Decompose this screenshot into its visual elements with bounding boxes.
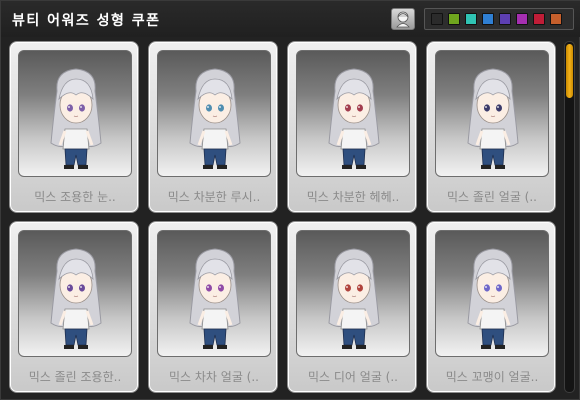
coupon-card-4[interactable]: 믹스 졸린 얼굴 (..: [426, 41, 556, 213]
color-swatch-4[interactable]: [499, 13, 511, 25]
character-preview: [296, 50, 410, 177]
character-preview: [18, 230, 132, 357]
scrollbar[interactable]: [564, 41, 575, 393]
color-swatch-5[interactable]: [516, 13, 528, 25]
character-preview: [435, 230, 549, 357]
character-preview: [157, 50, 271, 177]
window-title: 뷰티 어워즈 성형 쿠폰: [12, 13, 161, 29]
coupon-card-6[interactable]: 믹스 차차 얼굴 (..: [148, 221, 278, 393]
coupon-label: 믹스 차분한 루시..: [167, 190, 261, 204]
coupon-grid: 믹스 조용한 눈.. 믹스 차분한 루시.. 믹스 차분한 헤헤.. 믹스 졸린…: [9, 41, 557, 393]
color-swatch-1[interactable]: [448, 13, 460, 25]
coupon-label: 믹스 졸린 얼굴 (..: [447, 190, 537, 204]
character-sprite-icon: [467, 248, 519, 349]
character-head-icon: [396, 11, 410, 28]
character-preview: [296, 230, 410, 357]
coupon-label: 믹스 차차 얼굴 (..: [169, 370, 259, 384]
color-swatch-7[interactable]: [550, 13, 562, 25]
color-palette: [424, 8, 574, 30]
color-swatch-0[interactable]: [431, 13, 443, 25]
character-sprite-icon: [328, 248, 380, 349]
color-swatch-3[interactable]: [482, 13, 494, 25]
color-swatch-6[interactable]: [533, 13, 545, 25]
coupon-label: 믹스 졸린 조용한..: [28, 370, 122, 384]
character-sprite-icon: [189, 68, 241, 169]
character-sprite-icon: [189, 248, 241, 349]
coupon-label: 믹스 차분한 헤헤..: [306, 190, 400, 204]
coupon-card-5[interactable]: 믹스 졸린 조용한..: [9, 221, 139, 393]
coupon-card-3[interactable]: 믹스 차분한 헤헤..: [287, 41, 417, 213]
coupon-card-8[interactable]: 믹스 꼬맹이 얼굴..: [426, 221, 556, 393]
coupon-window: 뷰티 어워즈 성형 쿠폰 믹스 조용한 눈.. 믹스 차분한 루시.. 믹스 차…: [0, 0, 580, 400]
character-avatar-button[interactable]: [391, 8, 415, 30]
coupon-label: 믹스 꼬맹이 얼굴..: [445, 370, 539, 384]
color-swatch-2[interactable]: [465, 13, 477, 25]
coupon-card-1[interactable]: 믹스 조용한 눈..: [9, 41, 139, 213]
character-sprite-icon: [50, 68, 102, 169]
coupon-label: 믹스 디어 얼굴 (..: [308, 370, 398, 384]
character-preview: [18, 50, 132, 177]
character-preview: [435, 50, 549, 177]
coupon-card-2[interactable]: 믹스 차분한 루시..: [148, 41, 278, 213]
coupon-card-7[interactable]: 믹스 디어 얼굴 (..: [287, 221, 417, 393]
character-preview: [157, 230, 271, 357]
character-sprite-icon: [328, 68, 380, 169]
coupon-label: 믹스 조용한 눈..: [34, 190, 116, 204]
character-sprite-icon: [50, 248, 102, 349]
scrollbar-thumb[interactable]: [566, 44, 573, 98]
character-sprite-icon: [467, 68, 519, 169]
window-header: 뷰티 어워즈 성형 쿠폰: [1, 1, 580, 37]
